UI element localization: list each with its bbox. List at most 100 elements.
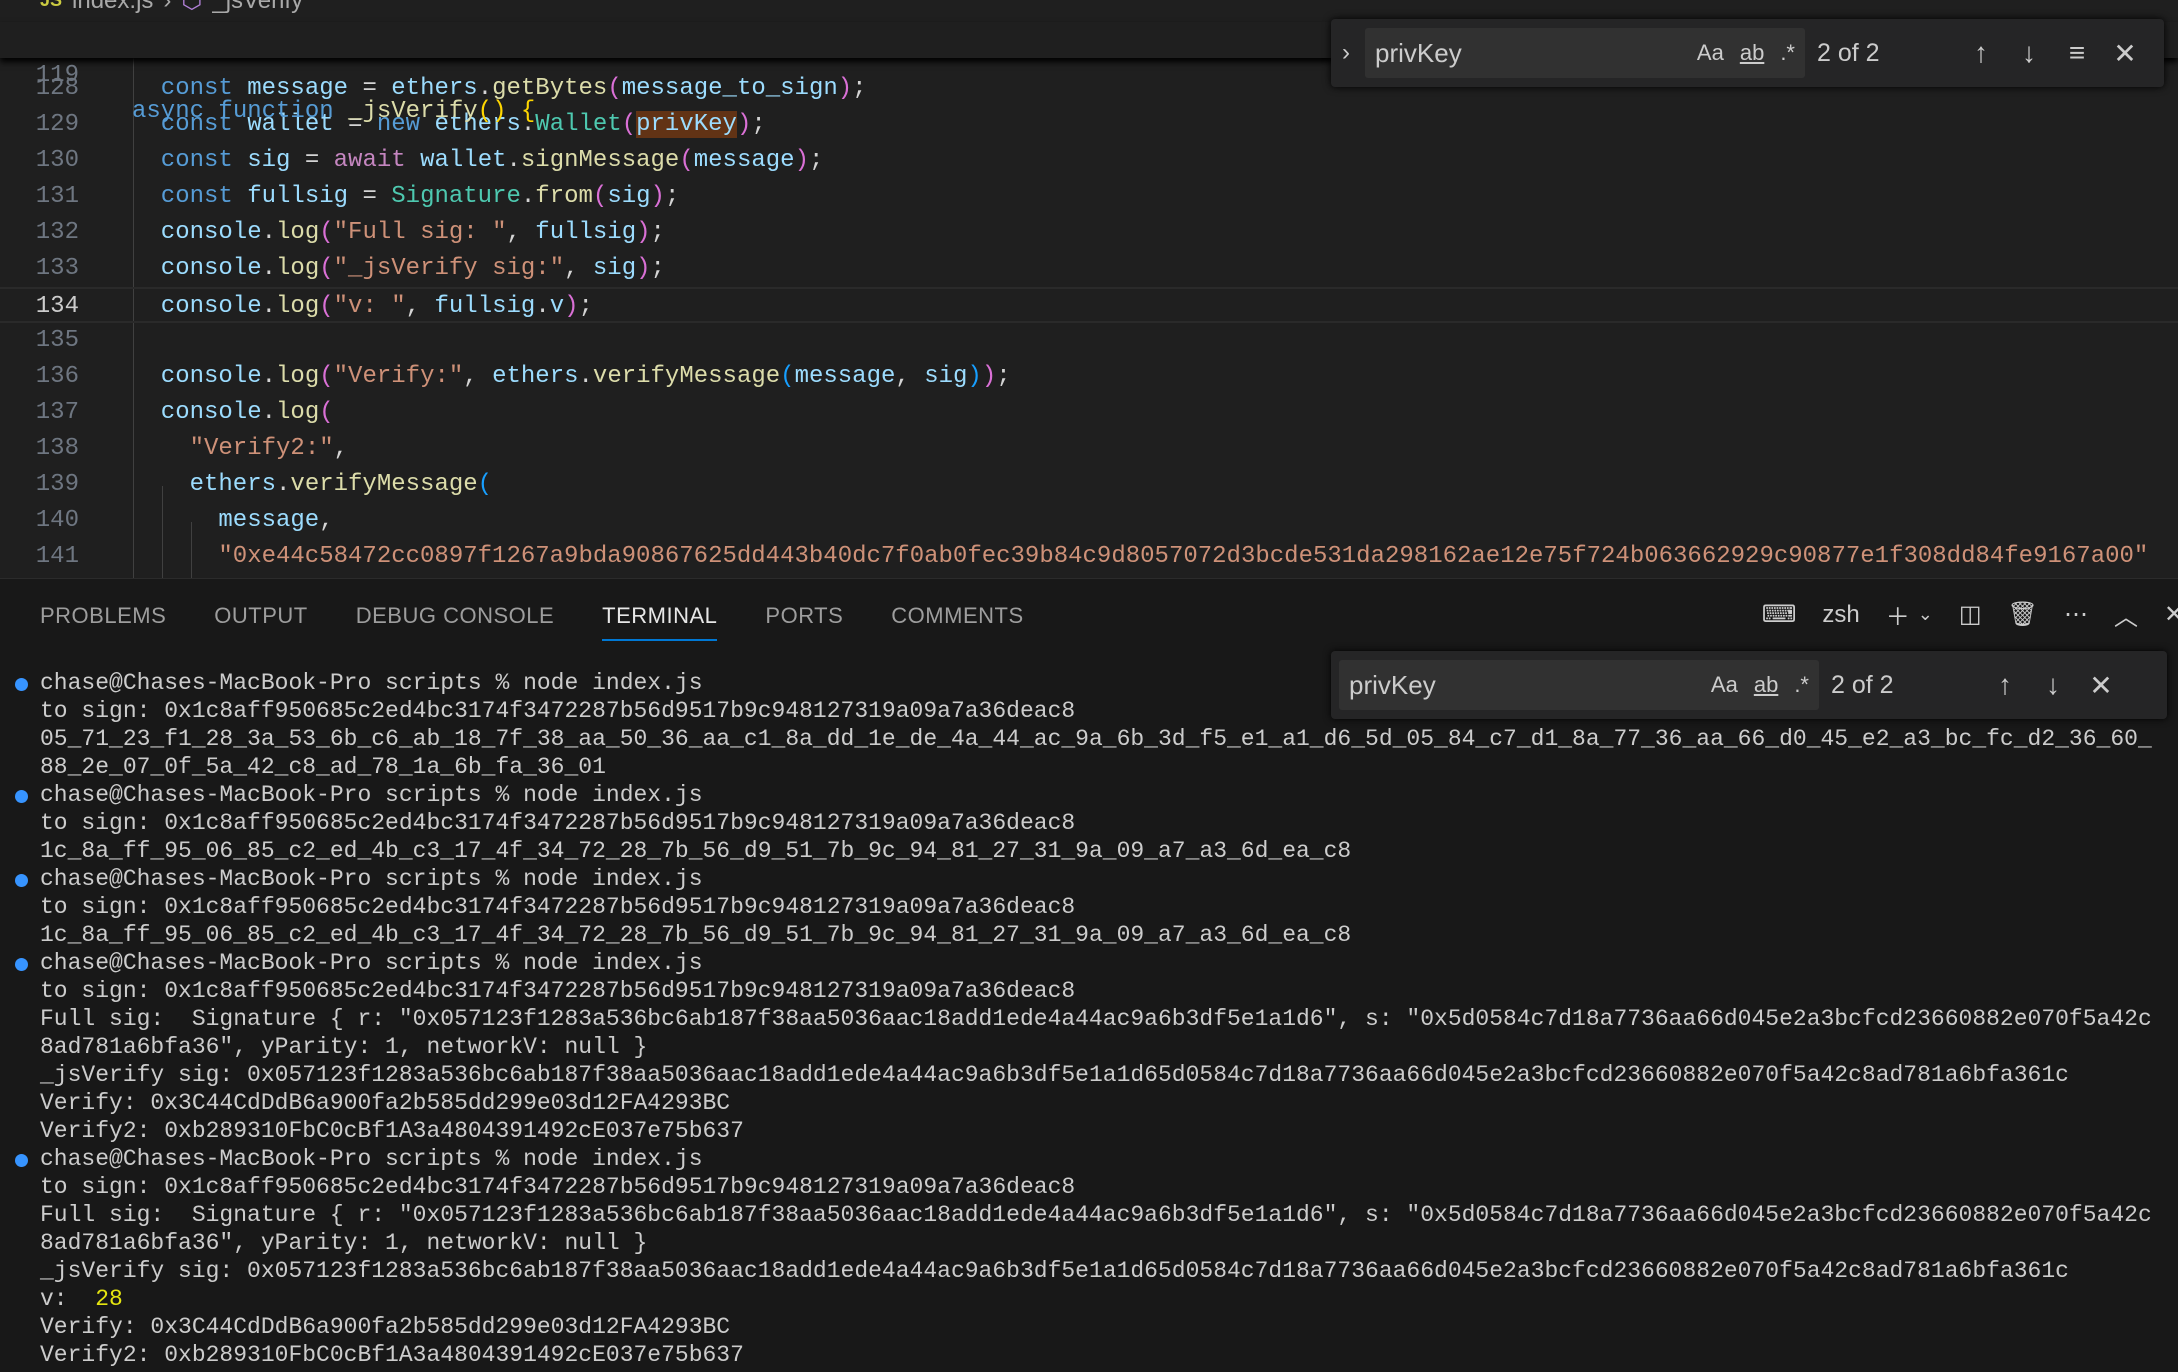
tab-terminal[interactable]: TERMINAL: [602, 601, 718, 641]
code-line[interactable]: 135: [0, 323, 2178, 359]
line-number: 134: [35, 293, 79, 320]
code-token: ,: [895, 363, 925, 390]
more-icon[interactable]: ⋯: [2064, 600, 2088, 629]
code-token: .: [261, 399, 277, 426]
terminal-icon[interactable]: ⌨: [1762, 600, 1797, 629]
code-line[interactable]: 133 console.log("_jsVerify sig:", sig);: [0, 251, 2178, 287]
command-status-dot-icon[interactable]: [15, 1154, 28, 1167]
breadcrumb-file[interactable]: index.js: [72, 0, 153, 15]
line-number: 140: [35, 507, 79, 534]
code-line[interactable]: 131 const fullsig = Signature.from(sig);: [0, 179, 2178, 215]
chevron-down-icon[interactable]: ⌄: [1918, 604, 1933, 625]
maximize-panel-icon[interactable]: ︿: [2114, 597, 2138, 632]
code-token: log: [276, 255, 320, 282]
close-panel-icon[interactable]: ✕: [2164, 600, 2178, 629]
find-in-selection-icon[interactable]: ≡: [2053, 37, 2101, 69]
line-number: 131: [35, 183, 79, 210]
code-token: verifyMessage: [290, 471, 478, 498]
code-line[interactable]: 138 "Verify2:",: [0, 431, 2178, 467]
whole-word-toggle[interactable]: ab: [1754, 672, 1778, 698]
code-token: ,: [564, 255, 593, 282]
terminal-line: Full sig: Signature { r: "0x057123f1283a…: [0, 1005, 2178, 1033]
close-icon[interactable]: ✕: [2077, 669, 2125, 702]
code-token: ;: [664, 183, 680, 210]
code-line[interactable]: 132 console.log("Full sig: ", fullsig);: [0, 215, 2178, 251]
code-token: await: [333, 147, 421, 174]
command-status-dot-icon[interactable]: [15, 958, 28, 971]
bottom-panel: PROBLEMS OUTPUT DEBUG CONSOLE TERMINAL PORTS…: [0, 578, 2178, 1372]
split-terminal-icon[interactable]: ◫: [1959, 600, 1982, 629]
code-token: ,: [463, 363, 493, 390]
code-line[interactable]: 134 console.log("v: ", fullsig.v);: [0, 287, 2178, 323]
tab-debug-console[interactable]: DEBUG CONSOLE: [356, 601, 554, 641]
js-file-icon: JS: [40, 0, 63, 10]
regex-toggle[interactable]: .*: [1780, 40, 1795, 66]
code-token: ;: [808, 147, 824, 174]
code-editor[interactable]: JS index.js › ⬡ _jsVerify 119 async func…: [0, 0, 2178, 578]
trash-icon[interactable]: 🗑: [2008, 600, 2038, 629]
code-token: "Verify:": [333, 363, 464, 390]
code-token: ;: [751, 111, 766, 138]
terminal-text: Verify: 0x3C44CdDdB6a900fa2b585dd299e03d…: [40, 1314, 731, 1340]
code-token: ;: [578, 293, 593, 320]
tab-output[interactable]: OUTPUT: [214, 601, 307, 641]
find-input[interactable]: privKey: [1349, 670, 1695, 701]
breadcrumb-symbol[interactable]: _jsVerify: [212, 0, 303, 15]
arrow-down-icon[interactable]: ↓: [2005, 37, 2053, 69]
whole-word-toggle[interactable]: ab: [1740, 40, 1764, 66]
tab-comments[interactable]: COMMENTS: [891, 601, 1023, 641]
code-token: ;: [650, 255, 665, 282]
terminal-text: chase@Chases-MacBook-Pro scripts % node …: [40, 866, 703, 892]
terminal-prompt-line: chase@Chases-MacBook-Pro scripts % node …: [0, 865, 2178, 893]
find-input[interactable]: privKey: [1375, 38, 1681, 69]
code-token: sig: [924, 363, 968, 390]
code-token: "Full sig: ": [333, 219, 507, 246]
function-symbol-icon: ⬡: [181, 0, 203, 14]
command-status-dot-icon[interactable]: [15, 874, 28, 887]
tab-ports[interactable]: PORTS: [765, 601, 843, 641]
code-token: console: [160, 363, 262, 390]
arrow-up-icon[interactable]: ↑: [1981, 669, 2029, 701]
line-number: 119: [35, 62, 79, 89]
terminal-text: chase@Chases-MacBook-Pro scripts % node …: [40, 670, 703, 696]
command-status-dot-icon[interactable]: [15, 790, 28, 803]
regex-toggle[interactable]: .*: [1794, 672, 1809, 698]
code-token: async: [132, 98, 219, 125]
code-line[interactable]: 136 console.log("Verify:", ethers.verifyM…: [0, 359, 2178, 395]
command-status-dot-icon[interactable]: [15, 678, 28, 691]
code-token: ): [650, 183, 665, 210]
code-line[interactable]: 141 "0xe44c58472cc0897f1267a9bda90867625d…: [0, 539, 2178, 575]
code-token: =: [348, 183, 392, 210]
terminal-line: 05_71_23_f1_28_3a_53_6b_c6_ab_18_7f_38_a…: [0, 725, 2178, 753]
code-text: async function _jsVerify() {: [132, 94, 535, 130]
code-token: .: [276, 471, 291, 498]
code-token: console: [160, 293, 262, 320]
tab-problems[interactable]: PROBLEMS: [40, 601, 166, 641]
new-terminal-icon[interactable]: ＋: [1886, 597, 1910, 632]
code-token: function: [218, 98, 349, 125]
code-line[interactable]: 140 message,: [0, 503, 2178, 539]
toggle-replace-icon[interactable]: ›: [1331, 39, 1361, 67]
code-line[interactable]: 139 ethers.verifyMessage(: [0, 467, 2178, 503]
terminal-text: to sign: 0x1c8aff950685c2ed4bc3174f34722…: [40, 978, 1076, 1004]
panel-tabs: PROBLEMS OUTPUT DEBUG CONSOLE TERMINAL PORTS…: [40, 601, 1024, 641]
terminal-text: 8ad781a6bfa36", yParity: 1, networkV: nu…: [40, 1034, 648, 1060]
match-case-toggle[interactable]: Aa: [1711, 672, 1738, 698]
match-case-toggle[interactable]: Aa: [1697, 40, 1724, 66]
code-token: ,: [506, 219, 536, 246]
code-token: sig: [247, 147, 291, 174]
arrow-up-icon[interactable]: ↑: [1957, 37, 2005, 69]
close-icon[interactable]: ✕: [2101, 37, 2149, 70]
code-line[interactable]: 130 const sig = await wallet.signMessage(…: [0, 143, 2178, 179]
code-line[interactable]: 137 console.log(: [0, 395, 2178, 431]
line-number: 136: [35, 363, 79, 390]
terminal-output[interactable]: chase@Chases-MacBook-Pro scripts % node …: [0, 669, 2178, 1369]
code-token: {: [520, 98, 536, 125]
shell-name[interactable]: zsh: [1822, 601, 1859, 629]
code-token: .: [261, 255, 277, 282]
code-token: (: [319, 255, 334, 282]
code-token: const: [160, 183, 248, 210]
arrow-down-icon[interactable]: ↓: [2029, 669, 2077, 701]
terminal-find-widget: privKey Aa ab .* 2 of 2 ↑ ↓ ✕: [1331, 651, 2167, 719]
